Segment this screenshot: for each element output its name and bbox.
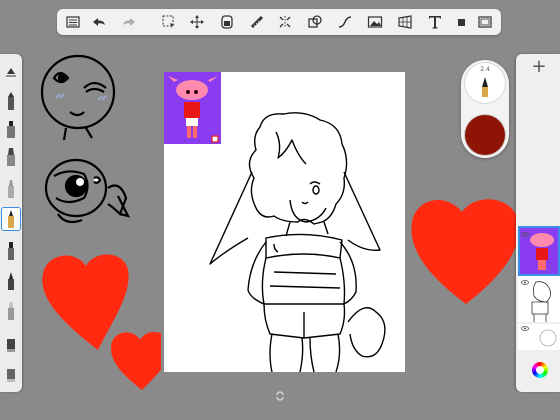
fine-pen-brush-icon[interactable] — [2, 270, 20, 292]
selection-icon[interactable] — [159, 12, 179, 32]
layer-visibility-eye-icon[interactable] — [521, 232, 529, 237]
reference-character-picture — [168, 76, 219, 143]
brush-library-panel — [0, 54, 22, 392]
image-icon[interactable] — [365, 12, 385, 32]
color-wheel-icon[interactable] — [532, 362, 548, 378]
undo-icon[interactable] — [89, 12, 109, 32]
add-layer-button[interactable]: + — [530, 58, 548, 76]
fill-icon[interactable] — [217, 12, 237, 32]
text-icon[interactable] — [425, 12, 445, 32]
transform-icon[interactable] — [187, 12, 207, 32]
large-heart-doodle — [411, 199, 519, 304]
current-color-swatch[interactable] — [465, 115, 505, 155]
perspective-icon[interactable] — [395, 12, 415, 32]
ruler-icon[interactable] — [247, 12, 267, 32]
shapes-icon[interactable] — [305, 12, 325, 32]
eraser-brush-icon[interactable] — [2, 300, 20, 322]
red-heart-doodle — [42, 254, 129, 350]
paintbrush-icon[interactable] — [2, 178, 20, 200]
symmetry-icon[interactable] — [275, 12, 295, 32]
airbrush-icon[interactable] — [2, 146, 20, 168]
ink-pen-brush-icon[interactable] — [1, 207, 21, 231]
layer-visibility-eye-icon[interactable] — [521, 280, 529, 285]
marker-brush-icon[interactable] — [2, 118, 20, 140]
small-red-heart-doodle — [111, 332, 161, 390]
layer-icon[interactable] — [451, 12, 471, 32]
redo-icon[interactable] — [119, 12, 139, 32]
list-icon[interactable] — [63, 12, 83, 32]
chisel-brush-icon[interactable] — [2, 240, 20, 262]
layer-visibility-eye-icon[interactable] — [521, 326, 529, 331]
bottom-rotate-handle-icon[interactable] — [274, 390, 286, 402]
blender-brush-icon[interactable] — [2, 362, 20, 384]
top-drag-handle[interactable] — [268, 0, 292, 15]
reference-image[interactable] — [164, 72, 221, 144]
smudge-brush-icon[interactable] — [2, 332, 20, 354]
top-toolbar — [57, 9, 501, 35]
pencil-brush-icon[interactable] — [2, 90, 20, 112]
curve-icon[interactable] — [335, 12, 355, 32]
background-doodles — [40, 54, 161, 390]
brush-size-label: 2.4 — [480, 66, 490, 73]
fullscreen-icon[interactable] — [475, 12, 495, 32]
brush-collapse-icon[interactable] — [2, 60, 20, 82]
eye-doodle — [44, 158, 131, 224]
